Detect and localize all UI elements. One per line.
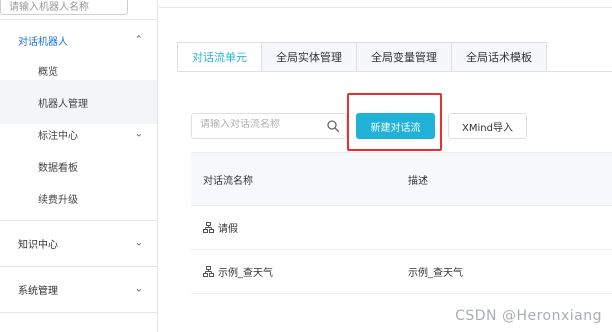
tab-global-entity[interactable]: 全局实体管理 [262,42,357,72]
column-header-name: 对话流名称 [203,175,253,187]
sidebar-item-knowledge-center[interactable]: 知识中心 ⌄ [0,221,157,265]
flow-search-input[interactable] [200,119,320,130]
flow-description: 示例_查天气 [408,268,463,279]
flow-table: 对话流名称 描述 请假 示例_查天气 示例_查天气 [191,152,612,294]
main-content: 对话流单元 全局实体管理 全局变量管理 全局话术模板 新建对话流 XMind导入… [159,0,612,332]
highlight-annotation [347,93,442,151]
flow-tree-icon [203,266,214,277]
tab-dialogue-flow-unit[interactable]: 对话流单元 [177,42,262,72]
sidebar-item-label: 知识中心 [18,239,58,251]
robot-search-placeholder: 请输入机器人名称 [9,2,89,13]
sidebar-item-renew-upgrade[interactable]: 续费升级 [0,176,157,220]
search-icon[interactable] [326,119,340,133]
tabs-underline [177,71,612,72]
tab-bar: 对话流单元 全局实体管理 全局变量管理 全局话术模板 [177,42,547,72]
sidebar-item-label: 对话机器人 [18,36,68,48]
chevron-down-icon: ⌄ [134,237,143,249]
flow-name: 请假 [218,224,238,235]
sidebar-item-system-management[interactable]: 系统管理 ⌄ [0,267,157,311]
flow-name-cell[interactable]: 请假 [203,220,238,235]
tab-global-script-template[interactable]: 全局话术模板 [452,42,547,72]
flow-name: 示例_查天气 [218,268,273,279]
table-row[interactable]: 示例_查天气 示例_查天气 [191,250,612,294]
table-row[interactable]: 请假 [191,206,612,250]
sidebar-item-label: 标注中心 [38,130,78,142]
robot-search-input[interactable]: 请输入机器人名称 [0,0,128,15]
flow-search-box [191,113,347,139]
sidebar-item-label: 机器人管理 [38,98,88,110]
watermark: CSDN @Heronxiang [455,308,602,324]
sidebar-item-label: 系统管理 [18,285,58,297]
divider [0,312,157,313]
xmind-import-button[interactable]: XMind导入 [448,113,527,139]
flow-tree-icon [203,222,214,233]
sidebar: 请输入机器人名称 对话机器人 ⌃ 概览 机器人管理 标注中心 ⌄ 数据看板 续费… [0,0,158,332]
flow-name-cell[interactable]: 示例_查天气 [203,264,273,279]
tab-global-variable[interactable]: 全局变量管理 [357,42,452,72]
sidebar-item-label: 概览 [38,66,58,78]
top-bar [159,0,612,8]
sidebar-item-label: 续费升级 [38,194,78,206]
chevron-down-icon: ⌄ [134,283,143,295]
table-header: 对话流名称 描述 [191,152,612,206]
sidebar-item-label: 数据看板 [38,162,78,174]
column-header-description: 描述 [408,175,428,187]
chevron-down-icon: ⌄ [134,128,143,140]
chevron-up-icon: ⌃ [134,34,143,46]
